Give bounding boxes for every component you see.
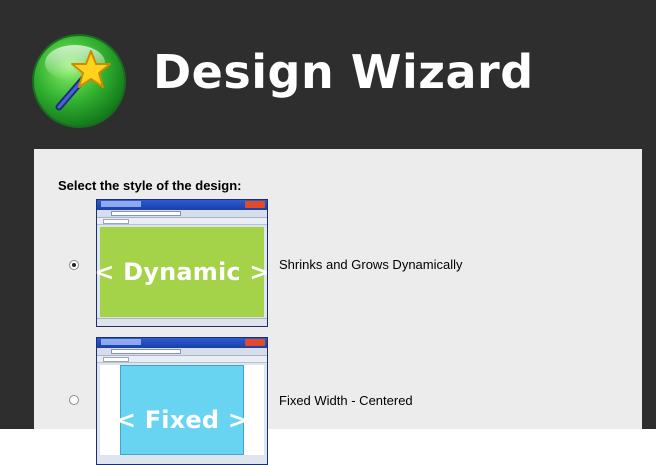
thumbnail-label: < Dynamic > (94, 258, 270, 286)
option-label[interactable]: Shrinks and Grows Dynamically (279, 257, 463, 272)
wizard-header: Design Wizard (0, 0, 656, 148)
thumbnail-label: < Fixed > (115, 406, 249, 434)
radio-fixed[interactable] (69, 395, 79, 405)
wizard-content: Select the style of the design: < Dynami… (34, 149, 642, 465)
option-dynamic[interactable]: < Dynamic > Shrinks and Grows Dynamicall… (34, 199, 642, 329)
thumbnail-canvas: < Dynamic > (94, 227, 270, 317)
page-title: Design Wizard (153, 45, 534, 99)
radio-dynamic[interactable] (69, 260, 79, 270)
magic-wand-icon (31, 33, 127, 129)
thumbnail-dynamic[interactable]: < Dynamic > (94, 199, 270, 327)
thumbnail-canvas: < Fixed > (100, 365, 264, 455)
radio-selected-dot (72, 263, 76, 267)
option-fixed[interactable]: < Fixed > Fixed Width - Centered (34, 337, 642, 465)
wizard-window: Design Wizard Select the style of the de… (0, 0, 656, 465)
thumbnail-fixed[interactable]: < Fixed > (96, 337, 268, 465)
style-prompt: Select the style of the design: (58, 178, 242, 193)
option-label[interactable]: Fixed Width - Centered (279, 393, 413, 408)
